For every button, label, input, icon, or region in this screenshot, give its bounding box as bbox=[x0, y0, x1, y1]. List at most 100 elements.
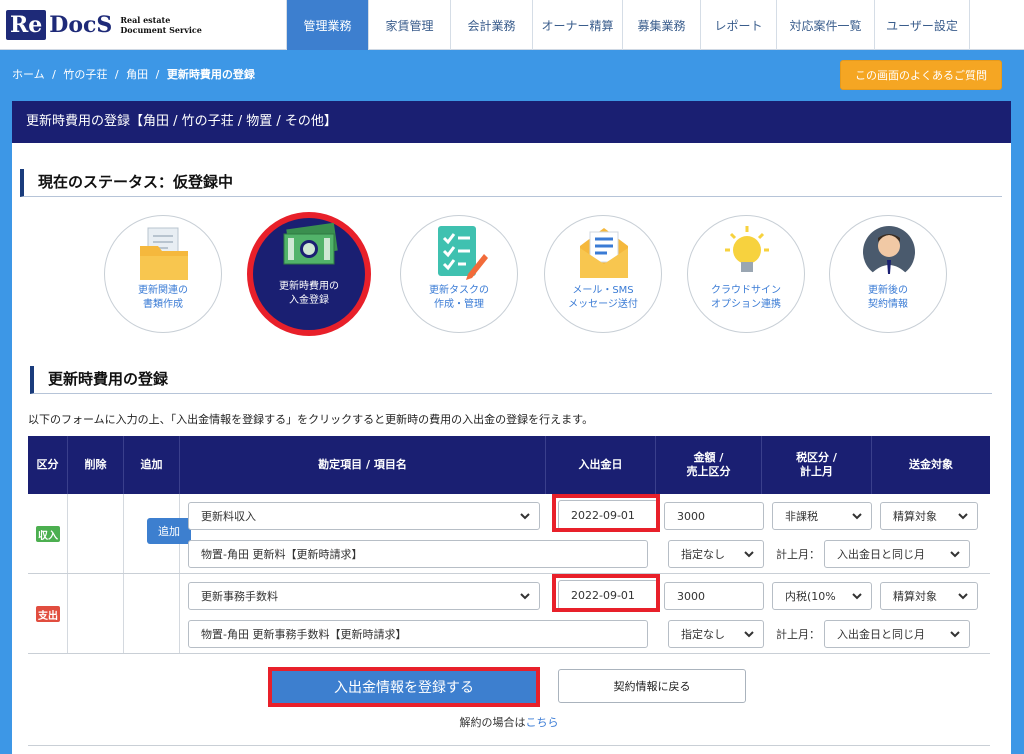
target-select[interactable]: 精算対象 bbox=[880, 582, 978, 610]
breadcrumb-current: 更新時費用の登録 bbox=[166, 68, 255, 81]
tax-value: 内税(10% bbox=[785, 590, 836, 603]
step-payment-registration[interactable]: 更新時費用の 入金登録 bbox=[247, 212, 371, 336]
account-value: 更新料収入 bbox=[201, 510, 256, 523]
register-payment-button[interactable]: 入出金情報を登録する bbox=[268, 667, 540, 707]
money-icon bbox=[283, 222, 338, 265]
header-item: 勘定項目 / 項目名 bbox=[180, 436, 546, 494]
nav-user-settings[interactable]: ユーザー設定 bbox=[874, 0, 970, 50]
nav-rent[interactable]: 家賃管理 bbox=[368, 0, 450, 50]
amount-value: 3000 bbox=[677, 589, 705, 603]
table-row: 収入 追加 更新料収入 物置-角田 更新料【更新時請求】 2022-09-01 … bbox=[28, 494, 990, 574]
step-label-line1: メール・SMS bbox=[572, 285, 634, 296]
header-kubun: 区分 bbox=[28, 436, 68, 494]
add-row-button[interactable]: 追加 bbox=[147, 518, 191, 544]
folder-document-icon bbox=[140, 227, 188, 280]
tax-select[interactable]: 内税(10% bbox=[772, 582, 872, 610]
chevron-down-icon bbox=[958, 513, 968, 520]
registration-title: 更新時費用の登録 bbox=[30, 366, 992, 394]
mail-icon bbox=[580, 228, 628, 278]
logo-re: Re bbox=[6, 10, 47, 40]
step-label: クラウドサイン オプション連携 bbox=[688, 284, 804, 312]
step-label-line2: 作成・管理 bbox=[434, 299, 484, 310]
step-label-line1: 更新後の bbox=[868, 285, 908, 296]
step-label-line1: クラウドサイン bbox=[711, 285, 781, 296]
month-select[interactable]: 入出金日と同じ月 bbox=[824, 620, 970, 648]
step-label: 更新タスクの 作成・管理 bbox=[401, 284, 517, 312]
nav-owner-settlement[interactable]: オーナー精算 bbox=[532, 0, 622, 50]
nav-management[interactable]: 管理業務 bbox=[286, 0, 368, 50]
cancel-link[interactable]: こちら bbox=[526, 716, 559, 729]
step-label-line2: オプション連携 bbox=[711, 299, 781, 310]
cell-add bbox=[124, 574, 180, 653]
table-header: 区分 削除 追加 勘定項目 / 項目名 入出金日 金額 / 売上区分 税区分 / 計… bbox=[28, 436, 990, 494]
target-value: 精算対象 bbox=[893, 510, 937, 523]
step-label-line2: メッセージ送付 bbox=[568, 299, 638, 310]
target-select[interactable]: 精算対象 bbox=[880, 502, 978, 530]
nav-recruitment[interactable]: 募集業務 bbox=[622, 0, 700, 50]
tax-select[interactable]: 非課税 bbox=[772, 502, 872, 530]
step-document-creation[interactable]: 更新関連の 書類作成 bbox=[104, 215, 222, 333]
person-icon bbox=[863, 226, 915, 278]
month-select[interactable]: 入出金日と同じ月 bbox=[824, 540, 970, 568]
faq-button[interactable]: この画面のよくあるご質問 bbox=[840, 60, 1002, 90]
month-label: 計上月： bbox=[776, 628, 820, 641]
form-actions: 入出金情報を登録する 契約情報に戻る 解約の場合はこちら bbox=[28, 654, 990, 746]
header-delete: 削除 bbox=[68, 436, 124, 494]
step-label-line2: 契約情報 bbox=[868, 299, 908, 310]
step-label-line1: 更新関連の bbox=[138, 285, 188, 296]
header-tax-line2: 計上月 bbox=[799, 465, 833, 478]
cancel-note: 解約の場合はこちら bbox=[28, 714, 990, 730]
step-mail-sms[interactable]: メール・SMS メッセージ送付 bbox=[544, 215, 662, 333]
lightbulb-icon bbox=[725, 226, 769, 272]
item-name-input[interactable]: 物置-角田 更新料【更新時請求】 bbox=[188, 540, 648, 568]
breadcrumb-property[interactable]: 竹の子荘 bbox=[63, 68, 107, 81]
redocs-logo[interactable]: Re DocS Real estate Document Service bbox=[6, 10, 202, 40]
breadcrumb-home[interactable]: ホーム bbox=[12, 68, 45, 81]
header-amount-line1: 金額 / bbox=[693, 451, 724, 464]
instruction-text: 以下のフォームに入力の上、「入出金情報を登録する」をクリックすると更新時の費用の… bbox=[28, 413, 594, 426]
amount-value: 3000 bbox=[677, 509, 705, 523]
nav-accounting[interactable]: 会計業務 bbox=[450, 0, 532, 50]
checklist-icon bbox=[438, 226, 488, 280]
main-nav: 管理業務 家賃管理 会計業務 オーナー精算 募集業務 レポート 対応案件一覧 ユ… bbox=[286, 0, 970, 50]
header-target: 送金対象 bbox=[909, 458, 953, 471]
step-label-line1: 更新タスクの bbox=[429, 285, 489, 296]
step-label-line2: 入金登録 bbox=[289, 295, 329, 306]
account-select[interactable]: 更新事務手数料 bbox=[188, 582, 540, 610]
logo-docs: DocS bbox=[49, 12, 113, 38]
chevron-down-icon bbox=[744, 551, 754, 558]
logo-sub-line2: Document Service bbox=[120, 25, 202, 35]
header-tax-line1: 税区分 / bbox=[796, 451, 837, 464]
payment-table: 区分 削除 追加 勘定項目 / 項目名 入出金日 金額 / 売上区分 税区分 / 計… bbox=[28, 436, 990, 654]
account-value: 更新事務手数料 bbox=[201, 590, 278, 603]
chevron-down-icon bbox=[958, 593, 968, 600]
nav-report[interactable]: レポート bbox=[700, 0, 776, 50]
step-cloudsign[interactable]: クラウドサイン オプション連携 bbox=[687, 215, 805, 333]
income-badge: 収入 bbox=[36, 526, 60, 542]
breadcrumb-sep: / bbox=[114, 68, 119, 81]
amount-input[interactable]: 3000 bbox=[664, 502, 764, 530]
breadcrumb-owner[interactable]: 角田 bbox=[126, 68, 148, 81]
cancel-text: 解約の場合は bbox=[459, 716, 526, 729]
tax-value: 非課税 bbox=[785, 510, 818, 523]
amount-input[interactable]: 3000 bbox=[664, 582, 764, 610]
workflow-steps: 更新関連の 書類作成 更新時費用の 入金登録 更新タスクの 作成・管理 メール・… bbox=[104, 212, 947, 336]
target-value: 精算対象 bbox=[893, 590, 937, 603]
step-contract-info[interactable]: 更新後の 契約情報 bbox=[829, 215, 947, 333]
chevron-down-icon bbox=[852, 513, 862, 520]
month-value: 入出金日と同じ月 bbox=[837, 628, 925, 641]
step-task-management[interactable]: 更新タスクの 作成・管理 bbox=[400, 215, 518, 333]
step-label: 更新時費用の 入金登録 bbox=[253, 280, 365, 308]
nav-cases[interactable]: 対応案件一覧 bbox=[776, 0, 874, 50]
step-label-line2: 書類作成 bbox=[143, 299, 183, 310]
item-name-input[interactable]: 物置-角田 更新事務手数料【更新時請求】 bbox=[188, 620, 648, 648]
sales-select[interactable]: 指定なし bbox=[668, 540, 764, 568]
account-select[interactable]: 更新料収入 bbox=[188, 502, 540, 530]
back-to-contract-button[interactable]: 契約情報に戻る bbox=[558, 669, 746, 703]
sales-select[interactable]: 指定なし bbox=[668, 620, 764, 648]
chevron-down-icon bbox=[744, 631, 754, 638]
item-name-value: 物置-角田 更新事務手数料【更新時請求】 bbox=[201, 628, 407, 641]
header-amount-line2: 売上区分 bbox=[686, 465, 731, 478]
month-label: 計上月： bbox=[776, 548, 820, 561]
header-amount: 金額 / 売上区分 bbox=[656, 436, 762, 494]
